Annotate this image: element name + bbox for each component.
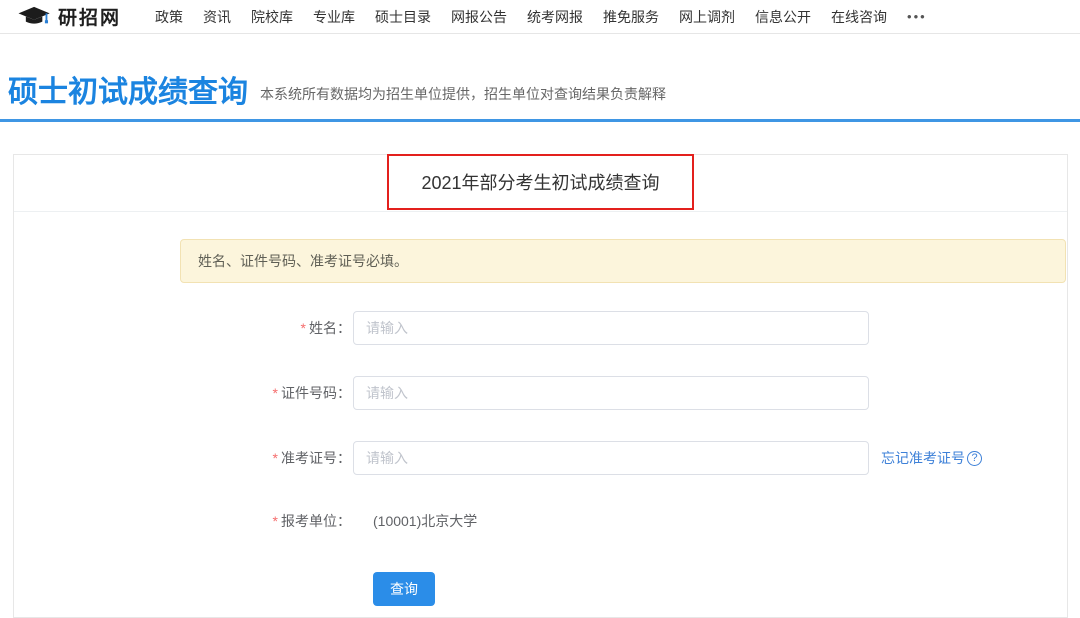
name-input[interactable] xyxy=(353,311,869,345)
form-row-name: *姓名： xyxy=(14,311,1067,345)
query-form: *姓名： *证件号码： *准考证号： 忘记准考证号 ? *报考单位： (1000… xyxy=(14,311,1067,606)
card-body: 姓名、证件号码、准考证号必填。 *姓名： *证件号码： *准考证号： 忘记准考证… xyxy=(14,212,1067,606)
form-row-submit: 查询 xyxy=(14,572,1067,606)
graduation-cap-icon xyxy=(18,6,58,28)
site-logo[interactable]: 研招网 xyxy=(18,3,121,30)
nav-item-online-report-notice[interactable]: 网报公告 xyxy=(451,7,507,27)
page-header: 硕士初试成绩查询 本系统所有数据均为招生单位提供，招生单位对查询结果负责解释 xyxy=(0,34,1080,119)
nav-item-online-adjustment[interactable]: 网上调剂 xyxy=(679,7,735,27)
query-card: 2021年部分考生初试成绩查询 姓名、证件号码、准考证号必填。 *姓名： *证件… xyxy=(13,154,1068,618)
blue-divider xyxy=(0,119,1080,122)
name-label-text: 姓名： xyxy=(309,320,351,336)
name-label: *姓名： xyxy=(14,318,351,338)
nav-more-icon[interactable]: ••• xyxy=(907,9,927,24)
nav-item-news[interactable]: 资讯 xyxy=(203,7,231,27)
nav-item-info-disclosure[interactable]: 信息公开 xyxy=(755,7,811,27)
top-navbar: 研招网 政策 资讯 院校库 专业库 硕士目录 网报公告 统考网报 推免服务 网上… xyxy=(0,0,1080,34)
card-title: 2021年部分考生初试成绩查询 xyxy=(421,169,659,195)
apply-unit-label: *报考单位： xyxy=(14,511,351,531)
admission-ticket-input[interactable] xyxy=(353,441,869,475)
id-number-input[interactable] xyxy=(353,376,869,410)
form-row-id-number: *证件号码： xyxy=(14,376,1067,410)
nav-item-online-consult[interactable]: 在线咨询 xyxy=(831,7,887,27)
nav-item-unified-exam-report[interactable]: 统考网报 xyxy=(527,7,583,27)
id-number-label: *证件号码： xyxy=(14,383,351,403)
form-row-admission-ticket: *准考证号： 忘记准考证号 ? xyxy=(14,441,1067,475)
card-header: 2021年部分考生初试成绩查询 xyxy=(14,155,1067,212)
question-circle-icon: ? xyxy=(967,451,982,466)
nav-item-exempt-service[interactable]: 推免服务 xyxy=(603,7,659,27)
nav-item-policy[interactable]: 政策 xyxy=(155,7,183,27)
required-fields-notice: 姓名、证件号码、准考证号必填。 xyxy=(180,239,1066,283)
nav-item-master-catalog[interactable]: 硕士目录 xyxy=(375,7,431,27)
required-mark: * xyxy=(301,320,306,336)
page-subtitle: 本系统所有数据均为招生单位提供，招生单位对查询结果负责解释 xyxy=(260,84,666,109)
required-mark: * xyxy=(273,513,278,529)
red-annotation-box: 2021年部分考生初试成绩查询 xyxy=(387,154,693,210)
site-logo-text: 研招网 xyxy=(58,3,121,30)
required-mark: * xyxy=(273,385,278,401)
apply-unit-label-text: 报考单位： xyxy=(281,513,351,529)
nav-item-major-library[interactable]: 专业库 xyxy=(313,7,355,27)
id-number-label-text: 证件号码： xyxy=(281,385,351,401)
page-title: 硕士初试成绩查询 xyxy=(8,76,248,109)
apply-unit-value: (10001)北京大学 xyxy=(373,511,477,531)
required-mark: * xyxy=(273,450,278,466)
admission-ticket-label-text: 准考证号： xyxy=(281,450,351,466)
nav-item-college-library[interactable]: 院校库 xyxy=(251,7,293,27)
forgot-ticket-link-text: 忘记准考证号 xyxy=(881,448,965,468)
form-row-apply-unit: *报考单位： (10001)北京大学 xyxy=(14,511,1067,531)
nav-menu: 政策 资讯 院校库 专业库 硕士目录 网报公告 统考网报 推免服务 网上调剂 信… xyxy=(155,7,927,27)
admission-ticket-label: *准考证号： xyxy=(14,448,351,468)
forgot-ticket-link[interactable]: 忘记准考证号 ? xyxy=(881,448,982,468)
query-button[interactable]: 查询 xyxy=(373,572,435,606)
